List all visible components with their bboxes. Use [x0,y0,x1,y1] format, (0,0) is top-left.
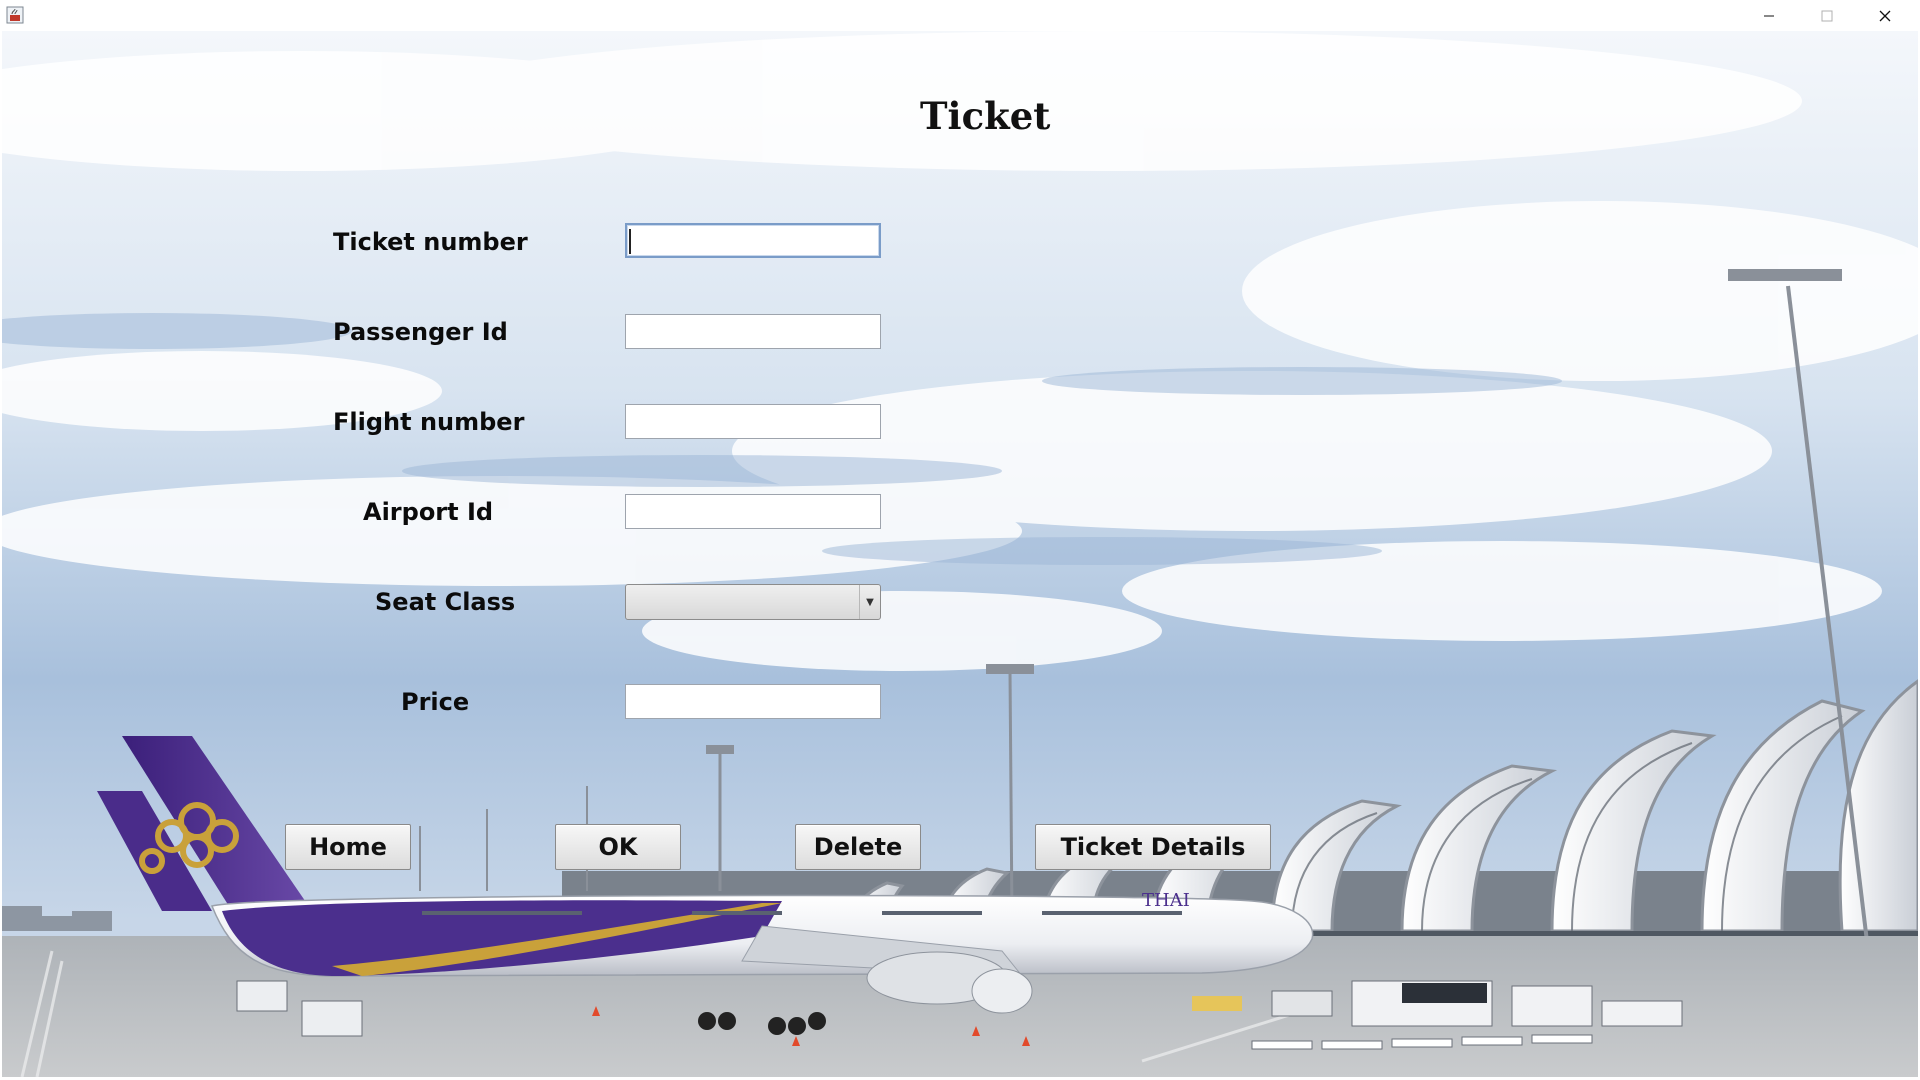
ok-button[interactable]: OK [555,824,681,870]
airport-id-input[interactable] [625,494,881,529]
ticket-details-button[interactable]: Ticket Details [1035,824,1271,870]
ticket-window: THAI Ticket Ticket number Passenger Id F… [0,0,1920,1080]
close-icon [1879,10,1891,21]
ticket-number-label: Ticket number [333,228,528,256]
flight-number-input[interactable] [625,404,881,439]
home-button[interactable]: Home [285,824,411,870]
maximize-icon [1821,10,1833,21]
passenger-id-label: Passenger Id [333,318,508,346]
flight-number-label: Flight number [333,408,525,436]
text-caret [629,229,631,254]
close-button[interactable] [1856,0,1914,31]
airport-background-image: THAI [2,31,1918,1077]
minimize-button[interactable] [1740,0,1798,31]
price-input[interactable] [625,684,881,719]
passenger-id-input[interactable] [625,314,881,349]
title-bar [0,0,1920,31]
ticket-number-input[interactable] [625,223,881,258]
delete-button[interactable]: Delete [795,824,921,870]
airline-logo-text: THAI [1142,890,1190,911]
price-label: Price [401,688,470,716]
seat-class-dropdown[interactable]: ▼ [625,584,881,620]
dropdown-arrow-icon[interactable]: ▼ [859,585,880,619]
seat-class-label: Seat Class [375,588,516,616]
page-title: Ticket [920,94,1051,138]
maximize-button[interactable] [1798,0,1856,31]
java-app-icon [6,6,24,24]
minimize-icon [1764,15,1774,16]
airport-id-label: Airport Id [363,498,494,526]
